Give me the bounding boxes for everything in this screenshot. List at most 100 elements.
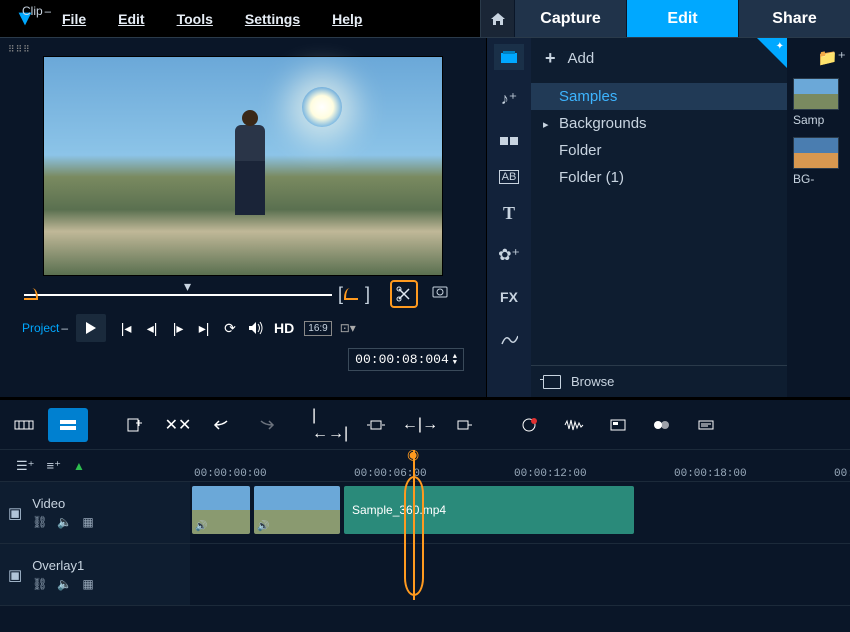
add-folder-icon[interactable]: 📁⁺ — [818, 48, 846, 68]
track-head-video[interactable]: ▣ Video ⛓ 🔈 ▦ — [0, 482, 190, 543]
ruler-tick: 00:00:06:00 — [354, 468, 427, 480]
fit-clip-button[interactable] — [356, 408, 396, 442]
timecode-field[interactable]: 00:00:08:004 ▲▼ — [348, 348, 464, 371]
thumb-label-1: Samp — [793, 113, 824, 127]
timeline-tracks: ▣ Video ⛓ 🔈 ▦ 🔊 🔊 Sample_360.mp4 ▣ — [0, 482, 850, 632]
lock-icon[interactable]: ▦ — [82, 577, 93, 591]
ruler-tick: 00:00:00:00 — [194, 468, 267, 480]
browse-button[interactable]: Browse — [531, 365, 787, 397]
chapter-button[interactable] — [598, 408, 638, 442]
tab-capture[interactable]: Capture — [514, 0, 626, 37]
track-name-overlay1: Overlay1 — [32, 558, 182, 573]
link-icon[interactable]: ⛓ — [32, 515, 47, 529]
thumb-sample[interactable]: Samp — [793, 78, 849, 127]
timeline-view-button[interactable] — [48, 408, 88, 442]
undo-button[interactable] — [202, 408, 242, 442]
track-content-overlay1[interactable] — [190, 544, 850, 605]
titles-icon[interactable]: AB — [499, 170, 520, 184]
menu-file[interactable]: File — [50, 5, 98, 33]
preview-viewport[interactable] — [43, 56, 443, 276]
tools-button[interactable]: ✕✕ — [158, 408, 198, 442]
clip-label: Sample_360.mp4 — [352, 503, 446, 517]
folder-backgrounds[interactable]: Backgrounds — [531, 110, 787, 137]
fit-project-button[interactable]: |←→| — [312, 408, 352, 442]
thumb-image-2 — [793, 137, 839, 169]
split-clip-button[interactable] — [390, 280, 418, 308]
loop-button[interactable]: ⟳ — [218, 316, 242, 340]
library-panel: ♪⁺ AB T ✿⁺ FX + Add Samples Backgrounds … — [486, 38, 850, 397]
track-list-icon[interactable]: ☰⁺ — [16, 458, 35, 474]
trim-bar[interactable]: ▾ [ ] — [24, 284, 462, 304]
menu-edit[interactable]: Edit — [106, 5, 156, 33]
audio-mixer-button[interactable] — [554, 408, 594, 442]
paths-icon[interactable] — [494, 326, 524, 352]
playback-mode-labels[interactable]: Project Clip — [22, 321, 68, 335]
record-button[interactable] — [510, 408, 550, 442]
step-back-button[interactable]: ◂| — [140, 316, 164, 340]
tab-share[interactable]: Share — [738, 0, 850, 37]
step-fwd-button[interactable]: |▸ — [166, 316, 190, 340]
track-video: ▣ Video ⛓ 🔈 ▦ 🔊 🔊 Sample_360.mp4 — [0, 482, 850, 544]
transitions-icon[interactable] — [494, 128, 524, 154]
volume-button[interactable] — [244, 316, 268, 340]
menu-tools[interactable]: Tools — [165, 5, 225, 33]
camera-icon: ▣ — [8, 566, 22, 584]
redo-button[interactable] — [246, 408, 286, 442]
track-content-video[interactable]: 🔊 🔊 Sample_360.mp4 — [190, 482, 850, 543]
track-motion-button[interactable] — [642, 408, 682, 442]
panel-grip[interactable]: ⠿⠿⠿ — [8, 44, 478, 52]
folder-folder-1[interactable]: Folder (1) — [531, 164, 787, 191]
crop-tool-button[interactable] — [444, 408, 484, 442]
home-button[interactable] — [480, 0, 514, 37]
sun-icon — [302, 87, 342, 127]
add-media-button[interactable]: + Add — [531, 38, 787, 79]
subtitle-button[interactable] — [686, 408, 726, 442]
mute-icon[interactable]: 🔈 — [57, 577, 72, 591]
audio-library-icon[interactable]: ♪⁺ — [494, 86, 524, 112]
menu-help[interactable]: Help — [320, 5, 374, 33]
link-icon[interactable]: ⛓ — [32, 577, 47, 591]
track-head-overlay1[interactable]: ▣ Overlay1 ⛓ 🔈 ▦ — [0, 544, 190, 605]
hd-quality-button[interactable]: HD — [274, 320, 294, 336]
label-project[interactable]: Project — [22, 321, 68, 335]
timecode-stepper[interactable]: ▲▼ — [453, 354, 457, 366]
play-button[interactable] — [76, 314, 106, 342]
filters-icon[interactable]: FX — [494, 284, 524, 310]
go-start-button[interactable]: |◂ — [114, 316, 138, 340]
go-end-button[interactable]: ▸| — [192, 316, 216, 340]
clip-sample-360[interactable]: Sample_360.mp4 — [344, 486, 634, 534]
zoom-button[interactable]: ←|→ — [400, 408, 440, 442]
audio-icon: 🔊 — [195, 521, 207, 532]
mute-icon[interactable]: 🔈 — [57, 515, 72, 529]
menu-settings[interactable]: Settings — [233, 5, 312, 33]
trim-handle-in[interactable] — [24, 288, 38, 300]
media-library-icon[interactable] — [494, 44, 524, 70]
track-menu-icon[interactable]: ≡⁺ — [47, 458, 61, 474]
label-clip[interactable]: Clip — [22, 4, 51, 52]
expand-tracks-icon[interactable]: ▲ — [73, 459, 85, 473]
trim-marker-icon[interactable]: ▾ — [184, 278, 191, 295]
text-icon[interactable]: T — [494, 200, 524, 226]
folder-samples[interactable]: Samples — [531, 83, 787, 110]
playhead[interactable] — [413, 450, 415, 600]
library-category-sidebar: ♪⁺ AB T ✿⁺ FX — [487, 38, 531, 397]
main-row: ⠿⠿⠿ ▾ [ ] Project Clip — [0, 38, 850, 398]
graphics-icon[interactable]: ✿⁺ — [494, 242, 524, 268]
insert-media-button[interactable] — [114, 408, 154, 442]
clip-thumb-2[interactable]: 🔊 — [254, 486, 340, 534]
thumb-bg[interactable]: BG- — [793, 137, 849, 186]
mark-in-out-buttons[interactable]: [ ] — [338, 284, 374, 305]
resize-dropdown-button[interactable]: ⊡▾ — [340, 321, 356, 335]
trim-track[interactable] — [24, 294, 332, 296]
clip-thumb-1[interactable]: 🔊 — [192, 486, 250, 534]
timecode-value[interactable]: 00:00:08:004 — [355, 352, 449, 367]
lock-icon[interactable]: ▦ — [82, 515, 93, 529]
storyboard-view-button[interactable] — [4, 408, 44, 442]
aspect-ratio-button[interactable]: 16:9 — [304, 321, 331, 336]
playback-controls: Project Clip |◂ ◂| |▸ ▸| ⟳ HD 16:9 ⊡▾ — [8, 304, 478, 342]
tab-edit[interactable]: Edit — [626, 0, 738, 37]
menubar: File Edit Tools Settings Help Capture Ed… — [0, 0, 850, 38]
pin-icon[interactable] — [757, 38, 787, 68]
folder-folder[interactable]: Folder — [531, 137, 787, 164]
snapshot-button[interactable] — [432, 284, 448, 298]
